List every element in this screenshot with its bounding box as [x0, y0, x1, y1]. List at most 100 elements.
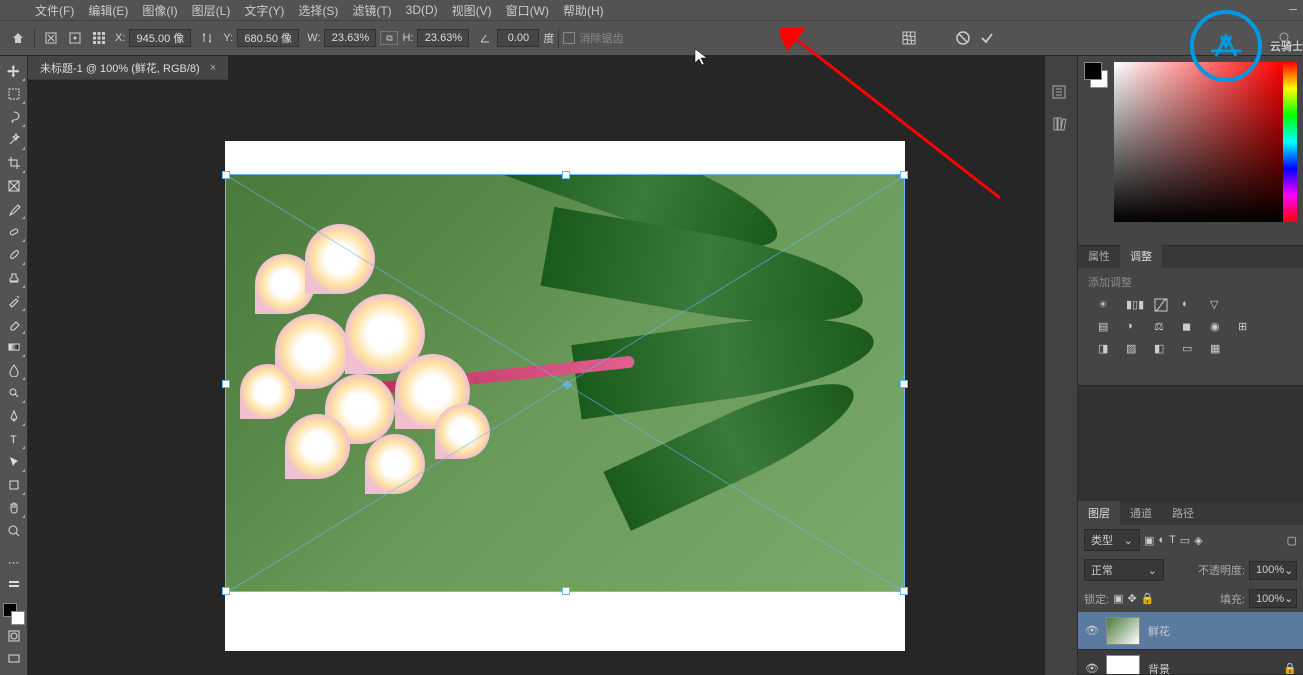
layer-row[interactable]: 👁 背景 🔒	[1078, 650, 1303, 674]
minimize-icon[interactable]: ─	[1283, 0, 1303, 20]
channels-tab[interactable]: 通道	[1120, 501, 1162, 525]
shape-tool-icon[interactable]	[2, 474, 26, 496]
dodge-tool-icon[interactable]	[2, 382, 26, 404]
placed-image[interactable]	[225, 174, 905, 592]
document-tab[interactable]: 未标题-1 @ 100% (鲜花, RGB/8) ×	[28, 56, 228, 80]
x-input[interactable]	[129, 29, 191, 47]
blend-mode-dropdown[interactable]: 正常⌄	[1084, 559, 1164, 581]
menu-3d[interactable]: 3D(D)	[399, 3, 445, 17]
color-swatch-toggle[interactable]	[3, 603, 25, 625]
lasso-tool-icon[interactable]	[2, 106, 26, 128]
y-input[interactable]	[237, 29, 299, 47]
layer-row[interactable]: 👁 鲜花	[1078, 612, 1303, 650]
blur-tool-icon[interactable]	[2, 359, 26, 381]
cancel-transform-icon[interactable]	[953, 28, 973, 48]
visibility-icon[interactable]: 👁	[1084, 624, 1100, 637]
filter-toggle-icon[interactable]: ▢	[1287, 534, 1297, 547]
swap-xy-icon[interactable]	[197, 28, 217, 48]
opacity-input[interactable]: 100%⌄	[1249, 561, 1297, 580]
channel-mixer-icon[interactable]: ⊞	[1238, 320, 1256, 334]
h-input[interactable]	[417, 29, 469, 47]
frame-tool-icon[interactable]	[2, 175, 26, 197]
pen-tool-icon[interactable]	[2, 405, 26, 427]
paths-tab[interactable]: 路径	[1162, 501, 1204, 525]
menu-image[interactable]: 图像(I)	[135, 2, 184, 19]
transform-tool-icon[interactable]	[41, 28, 61, 48]
history-panel-icon[interactable]	[1051, 84, 1071, 104]
properties-tab[interactable]: 属性	[1078, 244, 1120, 268]
gradient-tool-icon[interactable]	[2, 336, 26, 358]
photo-filter-icon[interactable]: ◉	[1210, 320, 1228, 334]
gradient-map-icon[interactable]: ▭	[1182, 342, 1200, 356]
edit-toolbar-icon[interactable]	[2, 574, 26, 596]
filter-adjust-icon[interactable]: ◐	[1158, 534, 1165, 546]
menu-view[interactable]: 视图(V)	[445, 2, 499, 19]
menu-help[interactable]: 帮助(H)	[556, 2, 611, 19]
invert-icon[interactable]: ◨	[1098, 342, 1116, 356]
hand-tool-icon[interactable]	[2, 497, 26, 519]
layer-thumbnail[interactable]	[1106, 617, 1140, 645]
canvas[interactable]	[225, 141, 905, 651]
heal-tool-icon[interactable]	[2, 221, 26, 243]
close-tab-icon[interactable]: ×	[210, 62, 216, 74]
grid-9-icon[interactable]	[89, 28, 109, 48]
layers-tab[interactable]: 图层	[1078, 501, 1120, 525]
stamp-tool-icon[interactable]	[2, 267, 26, 289]
history-brush-icon[interactable]	[2, 290, 26, 312]
color-balance-icon[interactable]: ⚖	[1154, 320, 1172, 334]
search-icon[interactable]	[1275, 28, 1295, 48]
dropdown-icon[interactable]: ▽	[1210, 298, 1228, 312]
canvas-area[interactable]: 未标题-1 @ 100% (鲜花, RGB/8) ×	[28, 56, 1045, 675]
path-select-icon[interactable]	[2, 451, 26, 473]
filter-shape-icon[interactable]: ▭	[1180, 534, 1190, 547]
w-input[interactable]	[324, 29, 376, 47]
wand-tool-icon[interactable]	[2, 129, 26, 151]
screenmode-icon[interactable]	[2, 648, 26, 670]
brightness-icon[interactable]: ☀	[1098, 298, 1116, 312]
curves-icon[interactable]	[1154, 298, 1172, 312]
fill-input[interactable]: 100%⌄	[1249, 589, 1297, 608]
bw-icon[interactable]: ◼	[1182, 320, 1200, 334]
hue-slider[interactable]	[1283, 62, 1297, 222]
filter-type-icon[interactable]: T	[1169, 534, 1176, 546]
visibility-icon[interactable]: 👁	[1084, 662, 1100, 674]
threshold-icon[interactable]: ◧	[1154, 342, 1172, 356]
menu-file[interactable]: 文件(F)	[28, 2, 81, 19]
menu-layer[interactable]: 图层(L)	[185, 2, 238, 19]
crop-tool-icon[interactable]	[2, 152, 26, 174]
hue-sat-icon[interactable]: ◑	[1126, 320, 1144, 334]
adjustments-tab[interactable]: 调整	[1120, 244, 1162, 268]
commit-transform-icon[interactable]	[977, 28, 997, 48]
antialias-checkbox[interactable]	[563, 32, 575, 44]
lock-pixels-icon[interactable]: ▣	[1113, 592, 1123, 605]
link-wh-icon[interactable]: ⧉	[380, 31, 398, 45]
quickmask-icon[interactable]	[2, 625, 26, 647]
posterize-icon[interactable]: ▨	[1126, 342, 1144, 356]
color-fg-bg-swatches[interactable]	[1084, 62, 1108, 222]
exposure-icon[interactable]: ◐	[1182, 298, 1200, 312]
lock-all-icon[interactable]: 🔒	[1141, 592, 1155, 605]
layer-name[interactable]: 背景	[1148, 661, 1170, 675]
eraser-tool-icon[interactable]	[2, 313, 26, 335]
move-tool-icon[interactable]	[2, 60, 26, 82]
vibrance-icon[interactable]: ▤	[1098, 320, 1116, 334]
warp-mode-icon[interactable]	[899, 28, 919, 48]
selective-color-icon[interactable]: ▦	[1210, 342, 1228, 356]
color-field[interactable]	[1114, 62, 1283, 222]
menu-type[interactable]: 文字(Y)	[237, 2, 291, 19]
menu-filter[interactable]: 滤镜(T)	[345, 2, 398, 19]
levels-icon[interactable]: ▮▯▮	[1126, 298, 1144, 312]
marquee-tool-icon[interactable]	[2, 83, 26, 105]
foreground-color-swatch[interactable]	[1084, 62, 1102, 80]
home-icon[interactable]	[8, 28, 28, 48]
filter-smart-icon[interactable]: ◈	[1194, 534, 1202, 547]
brush-tool-icon[interactable]	[2, 244, 26, 266]
reference-point-icon[interactable]	[65, 28, 85, 48]
layer-filter-type[interactable]: 类型⌄	[1084, 529, 1140, 551]
lock-position-icon[interactable]: ✥	[1127, 592, 1136, 605]
libraries-panel-icon[interactable]	[1051, 116, 1071, 136]
angle-input[interactable]	[497, 29, 539, 47]
filter-image-icon[interactable]: ▣	[1144, 534, 1154, 547]
layer-thumbnail[interactable]	[1106, 655, 1140, 675]
type-tool-icon[interactable]: T	[2, 428, 26, 450]
